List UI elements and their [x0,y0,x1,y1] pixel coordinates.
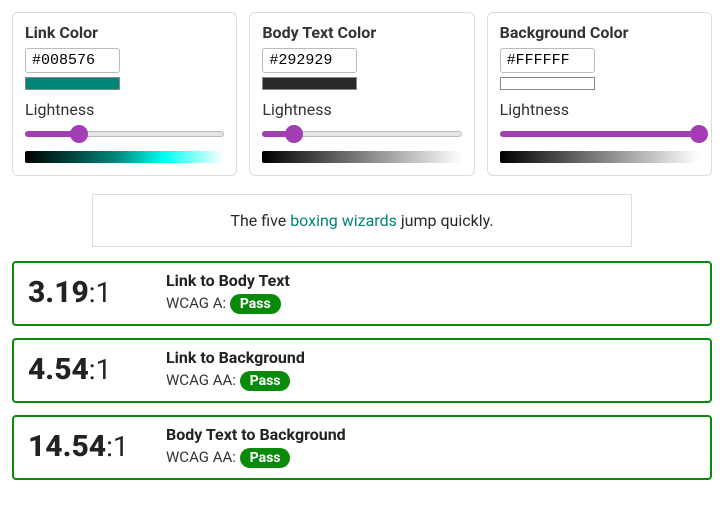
link-color-panel: Link Color Lightness [12,12,237,176]
result-title: Link to Body Text [166,271,290,290]
bg-color-panel: Background Color Lightness [487,12,712,176]
body-gradient-bar [262,151,461,163]
result-link-bg: 4.54:1 Link to Background WCAG AA: Pass [12,338,712,403]
color-panels: Link Color Lightness Body Text Color Lig… [12,12,712,176]
panel-title: Link Color [25,23,224,42]
sample-post: jump quickly. [397,211,494,230]
status-badge: Pass [240,371,291,391]
wcag-line: WCAG AA: Pass [166,371,305,391]
ratio-value: 4.54:1 [28,352,148,387]
ratio-value: 3.19:1 [28,275,148,310]
body-swatch [262,77,357,90]
slider-thumb[interactable] [70,125,88,143]
ratio-value: 14.54:1 [28,429,148,464]
panel-title: Background Color [500,23,699,42]
result-body-bg: 14.54:1 Body Text to Background WCAG AA:… [12,415,712,480]
sample-pre: The five [230,211,290,230]
body-lightness-slider[interactable] [262,125,461,143]
bg-swatch [500,77,595,90]
link-swatch [25,77,120,90]
bg-gradient-bar [500,151,699,163]
sample-text-box: The five boxing wizards jump quickly. [92,194,632,247]
lightness-label: Lightness [262,100,461,119]
sample-link[interactable]: boxing wizards [290,211,397,230]
slider-thumb[interactable] [690,125,708,143]
lightness-label: Lightness [25,100,224,119]
lightness-label: Lightness [500,100,699,119]
slider-fill [500,131,699,137]
link-hex-input[interactable] [25,48,120,73]
body-color-panel: Body Text Color Lightness [249,12,474,176]
status-badge: Pass [230,294,281,314]
link-lightness-slider[interactable] [25,125,224,143]
status-badge: Pass [240,448,291,468]
result-title: Body Text to Background [166,425,346,444]
bg-hex-input[interactable] [500,48,595,73]
bg-lightness-slider[interactable] [500,125,699,143]
result-title: Link to Background [166,348,305,367]
body-hex-input[interactable] [262,48,357,73]
result-link-body: 3.19:1 Link to Body Text WCAG A: Pass [12,261,712,326]
wcag-line: WCAG A: Pass [166,294,290,314]
wcag-line: WCAG AA: Pass [166,448,346,468]
slider-thumb[interactable] [285,125,303,143]
link-gradient-bar [25,151,224,163]
panel-title: Body Text Color [262,23,461,42]
